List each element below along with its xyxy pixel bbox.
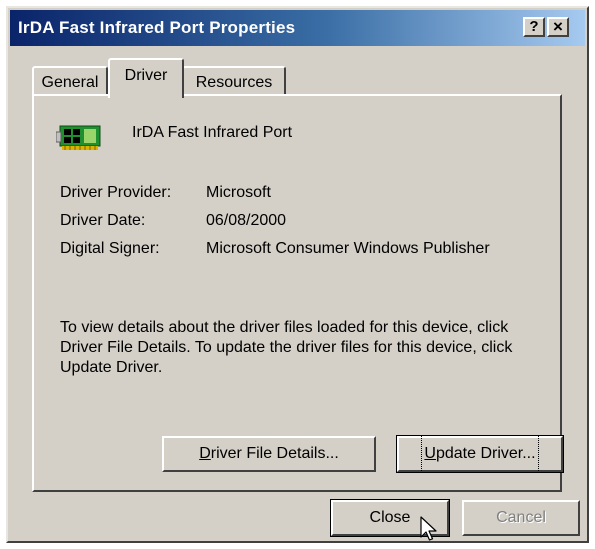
tab-general[interactable]: General — [32, 66, 108, 96]
window-title: IrDA Fast Infrared Port Properties — [18, 18, 296, 37]
device-name: IrDA Fast Infrared Port — [132, 124, 293, 141]
update-driver-label: Update Driver... — [421, 435, 539, 473]
tab-general-label: General — [41, 74, 99, 91]
driver-date-value: 06/08/2000 — [206, 212, 287, 229]
properties-dialog: IrDA Fast Infrared Port Properties ? × G… — [6, 6, 589, 543]
cancel-button[interactable]: Cancel — [462, 500, 580, 536]
cancel-button-label: Cancel — [496, 509, 546, 526]
driver-provider-value: Microsoft — [206, 184, 271, 201]
tab-resources[interactable]: Resources — [182, 66, 286, 96]
update-driver-text: pdate Driver... — [435, 445, 536, 462]
update-driver-accel: U — [424, 445, 436, 462]
driver-file-details-label: Driver File Details... — [199, 438, 339, 470]
tab-driver-label: Driver — [124, 67, 168, 84]
digital-signer-value: Microsoft Consumer Windows Publisher — [206, 240, 490, 257]
help-button[interactable]: ? — [523, 17, 545, 37]
driver-date-label: Driver Date: — [60, 212, 146, 229]
close-button-label: Close — [369, 509, 411, 526]
mouse-pointer-icon — [420, 516, 438, 544]
tab-driver[interactable]: Driver — [108, 58, 184, 98]
close-window-button[interactable]: × — [547, 17, 569, 37]
description-line-1: To view details about the driver files l… — [60, 319, 509, 336]
driver-file-details-text: river File Details... — [210, 445, 339, 462]
driver-provider-label: Driver Provider: — [60, 184, 172, 201]
title-bar[interactable]: IrDA Fast Infrared Port Properties ? × — [10, 10, 585, 46]
description-line-3: Update Driver. — [60, 359, 163, 376]
driver-file-details-accel: D — [199, 445, 211, 462]
update-driver-button[interactable]: Update Driver... — [396, 435, 564, 473]
digital-signer-label: Digital Signer: — [60, 240, 160, 257]
driver-tab-panel: IrDA Fast Infrared Port Driver Provider:… — [32, 94, 564, 492]
driver-description: To view details about the driver files l… — [60, 318, 560, 378]
tab-resources-label: Resources — [195, 74, 273, 91]
driver-file-details-button[interactable]: Driver File Details... — [162, 436, 376, 472]
network-card-icon — [55, 120, 106, 154]
description-line-2: Driver File Details. To update the drive… — [60, 339, 513, 356]
